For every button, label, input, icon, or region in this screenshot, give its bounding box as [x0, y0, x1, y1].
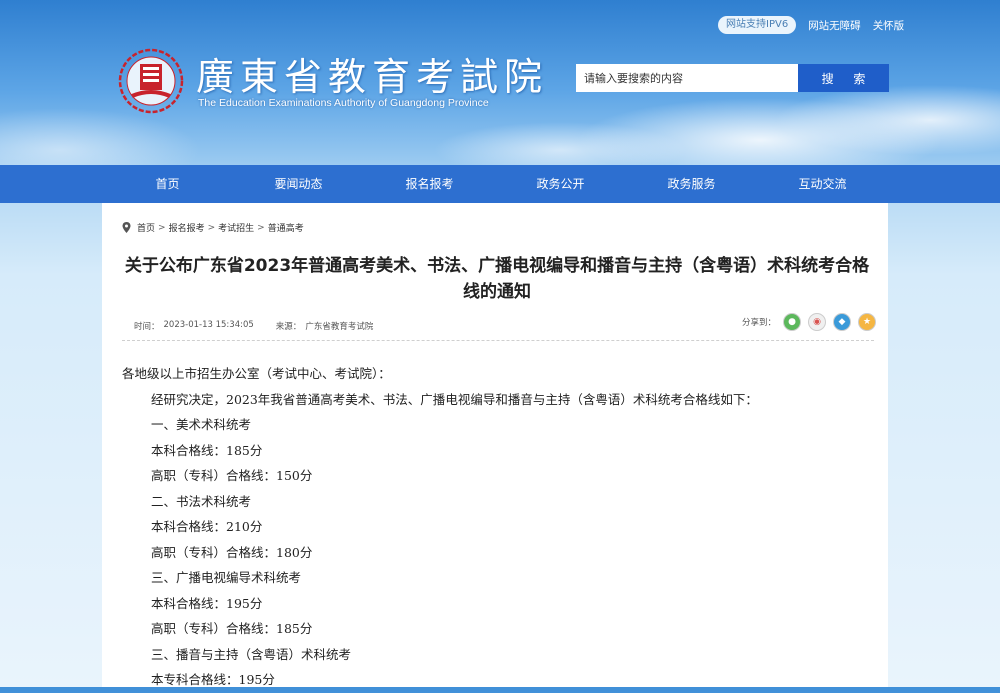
- breadcrumb: 首页 > 报名报考 > 考试招生 > 普通高考: [122, 221, 304, 234]
- breadcrumb-registration[interactable]: 报名报考: [169, 221, 205, 234]
- nav-item-services[interactable]: 政务服务: [626, 165, 757, 203]
- ipv6-badge[interactable]: 网站支持IPV6: [718, 16, 797, 34]
- top-links: 网站支持IPV6 网站无障碍 关怀版: [718, 16, 904, 34]
- breadcrumb-admissions[interactable]: 考试招生: [218, 221, 254, 234]
- salutation: 各地级以上市招生办公室（考试中心、考试院）：: [122, 366, 391, 381]
- section-heading-calligraphy: 二、书法术科统考: [151, 493, 252, 509]
- weibo-share-icon[interactable]: ◉: [808, 313, 827, 331]
- source-label: 来源：: [275, 322, 302, 332]
- art-vocational-line: 高职（专科）合格线：150分: [151, 468, 313, 483]
- main-nav: 首页 要闻动态 报名报考 政务公开 政务服务 互动交流: [0, 165, 1000, 203]
- qq-share-icon[interactable]: ◆: [833, 313, 852, 331]
- breadcrumb-separator: >: [158, 222, 166, 233]
- search-input[interactable]: [576, 64, 798, 92]
- nav-item-home[interactable]: 首页: [102, 165, 233, 203]
- broadcast-vocational-line: 高职（专科）合格线：185分: [151, 621, 313, 636]
- art-undergraduate-line: 本科合格线：185分: [151, 442, 263, 458]
- broadcast-undergraduate-line: 本科合格线：195分: [151, 595, 263, 611]
- nav-item-public-affairs[interactable]: 政务公开: [495, 165, 626, 203]
- qzone-share-icon[interactable]: ★: [858, 313, 877, 331]
- intro-paragraph: 经研究决定，2023年我省普通高考美术、书法、广播电视编导和播音与主持（含粤语）…: [151, 391, 758, 407]
- logo-emblem-icon[interactable]: [118, 48, 184, 114]
- share-label: 分享到：: [742, 318, 777, 328]
- breadcrumb-separator: >: [257, 222, 265, 233]
- section-heading-hosting: 三、播音与主持（含粤语）术科统考: [151, 646, 352, 662]
- location-pin-icon: [122, 222, 131, 233]
- article-meta: 时间： 2023-01-13 15:34:05 来源： 广东省教育考试院: [134, 320, 377, 332]
- nav-item-news[interactable]: 要闻动态: [233, 165, 364, 203]
- article-card: 首页 > 报名报考 > 考试招生 > 普通高考 关于公布广东省2023年普通高考…: [102, 203, 888, 687]
- site-logo-subtitle: The Education Examinations Authority of …: [198, 97, 489, 109]
- meta-divider: [122, 340, 874, 341]
- nav-item-interaction[interactable]: 互动交流: [757, 165, 888, 203]
- nav-item-registration[interactable]: 报名报考: [364, 165, 495, 203]
- article-title: 关于公布广东省2023年普通高考美术、书法、广播电视编导和播音与主持（含粤语）术…: [124, 256, 870, 302]
- calligraphy-vocational-line: 高职（专科）合格线：180分: [151, 544, 313, 560]
- care-mode-link[interactable]: 关怀版: [873, 18, 905, 33]
- time-label: 时间：: [134, 322, 160, 332]
- article-source: 广东省教育考试院: [305, 322, 374, 332]
- share-bar: 分享到： ● ◉ ◆ ★: [742, 313, 877, 331]
- breadcrumb-gaokao[interactable]: 普通高考: [268, 221, 304, 234]
- site-logo-title[interactable]: 廣東省教育考試院: [196, 46, 548, 101]
- wechat-share-icon[interactable]: ●: [783, 313, 802, 331]
- section-heading-broadcast: 三、广播电视编导术科统考: [151, 570, 302, 585]
- site-header: 廣東省教育考試院 The Education Examinations Auth…: [0, 0, 1000, 165]
- hosting-combined-line: 本专科合格线：195分: [151, 672, 275, 687]
- article-body: 各地级以上市招生办公室（考试中心、考试院）： 经研究决定，2023年我省普通高考…: [122, 361, 862, 693]
- search-button[interactable]: 搜 索: [798, 64, 889, 92]
- publish-time: 2023-01-13 15:34:05: [163, 320, 254, 330]
- breadcrumb-home[interactable]: 首页: [137, 221, 155, 234]
- calligraphy-undergraduate-line: 本科合格线：210分: [151, 519, 263, 534]
- breadcrumb-separator: >: [207, 222, 216, 233]
- section-heading-art: 一、美术术科统考: [151, 417, 252, 432]
- accessible-link[interactable]: 网站无障碍: [808, 18, 861, 33]
